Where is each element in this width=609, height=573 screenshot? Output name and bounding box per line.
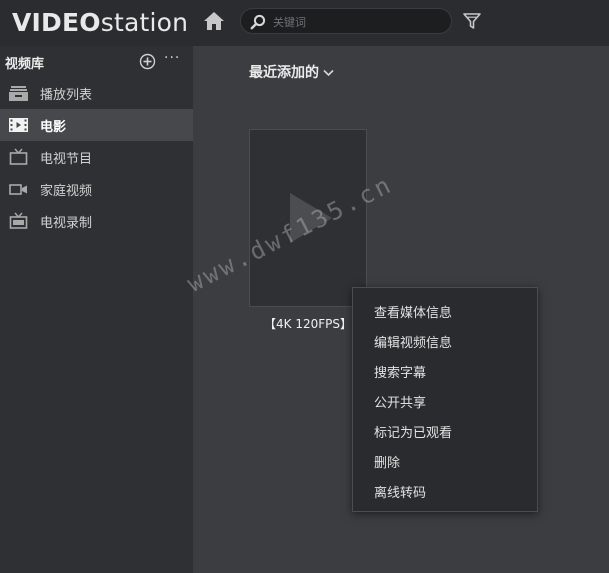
menu-item-label: 离线转码 [374, 486, 427, 501]
menu-item-label: 标记为已观看 [374, 426, 453, 441]
sidebar-item-tv-shows[interactable]: 电视节目 [0, 141, 193, 173]
video-title[interactable]: 【4K 120FPS】 [264, 315, 352, 332]
section-title: 最近添加的 [249, 65, 319, 81]
camcorder-icon [9, 184, 27, 195]
home-icon [204, 12, 224, 30]
search-box [240, 8, 452, 34]
filter-icon [463, 13, 481, 29]
chevron-down-icon [323, 69, 334, 77]
menu-item-offline-transcode[interactable]: 离线转码 [353, 475, 537, 505]
search-icon [250, 14, 266, 30]
playlist-icon [9, 86, 28, 101]
logo-light-text: station [100, 8, 189, 37]
logo-bold-text: VIDEO [12, 8, 101, 37]
sidebar-item-label: 播放列表 [40, 88, 93, 103]
menu-item-delete[interactable]: 删除 [353, 445, 537, 475]
menu-item-mark-as-watched[interactable]: 标记为已观看 [353, 415, 537, 445]
menu-item-edit-video-info[interactable]: 编辑视频信息 [353, 325, 537, 355]
top-bar: VIDEOstation [0, 0, 609, 46]
sidebar-item-playlists[interactable]: 播放列表 [0, 77, 193, 109]
menu-item-label: 编辑视频信息 [374, 336, 453, 351]
menu-item-search-subtitles[interactable]: 搜索字幕 [353, 355, 537, 385]
app-logo: VIDEOstation [12, 8, 188, 38]
recently-added-dropdown[interactable]: 最近添加的 [249, 62, 334, 82]
context-menu: 查看媒体信息 编辑视频信息 搜索字幕 公开共享 标记为已观看 删除 离线转码 [352, 287, 538, 512]
tv-icon [9, 148, 28, 165]
sidebar-header: 视频库 ··· [0, 46, 193, 76]
filter-button[interactable] [462, 11, 482, 31]
menu-item-public-share[interactable]: 公开共享 [353, 385, 537, 415]
more-options-button[interactable]: ··· [164, 50, 186, 68]
sidebar: 视频库 ··· 播放列表 电影 电视节目 家庭视频 电视录制 [0, 46, 193, 573]
search-input[interactable] [271, 12, 445, 32]
library-title: 视频库 [5, 57, 45, 72]
menu-item-label: 搜索字幕 [374, 366, 427, 381]
plus-circle-icon [139, 53, 156, 70]
sidebar-item-movies[interactable]: 电影 [0, 109, 193, 141]
sidebar-item-label: 电视节目 [40, 152, 93, 167]
sidebar-item-tv-recordings[interactable]: 电视录制 [0, 205, 193, 237]
sidebar-item-home-videos[interactable]: 家庭视频 [0, 173, 193, 205]
menu-item-view-media-info[interactable]: 查看媒体信息 [353, 295, 537, 325]
tv-record-icon [9, 212, 28, 229]
menu-item-label: 查看媒体信息 [374, 306, 453, 321]
film-icon [9, 118, 28, 132]
home-button[interactable] [202, 9, 226, 33]
menu-item-label: 公开共享 [374, 396, 427, 411]
sidebar-item-label: 电视录制 [40, 216, 93, 231]
sidebar-item-label: 电影 [40, 120, 67, 135]
add-library-button[interactable] [139, 53, 156, 70]
menu-item-label: 删除 [374, 456, 401, 471]
sidebar-item-label: 家庭视频 [40, 184, 93, 199]
